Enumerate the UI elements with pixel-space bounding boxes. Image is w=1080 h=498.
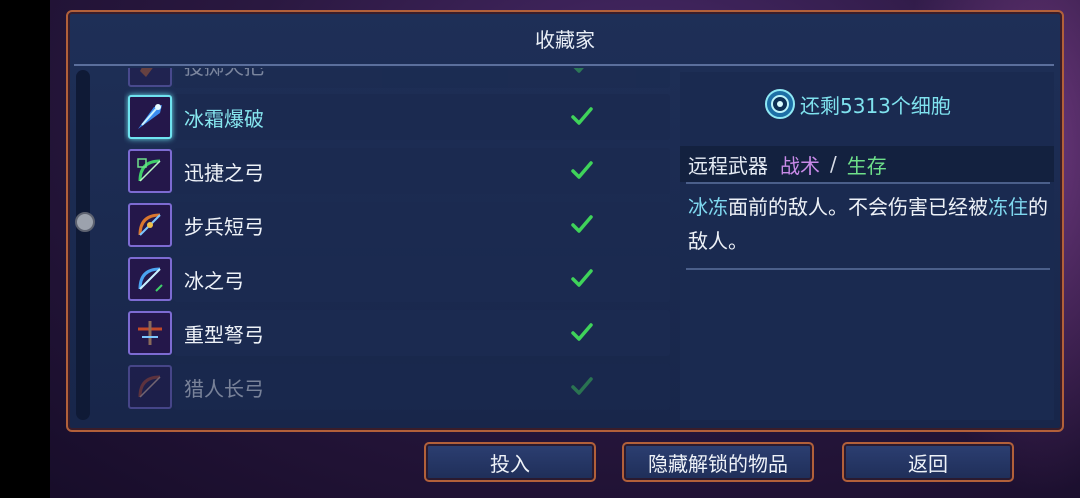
infantry-bow-icon (128, 203, 172, 247)
detail-divider-top (686, 182, 1050, 184)
list-item-label: 猎人长弓 (184, 376, 264, 401)
list-item[interactable]: 步兵短弓 (124, 200, 670, 250)
checkmark-icon (570, 212, 594, 236)
cell-icon (765, 89, 795, 119)
list-item[interactable]: 重型弩弓 (124, 308, 670, 358)
quick-bow-icon (128, 149, 172, 193)
list-item-label: 冰之弓 (184, 268, 244, 293)
header-divider (74, 64, 1054, 66)
cells-counter: 还剩5313个细胞 (764, 86, 951, 122)
desc-text-1: 面前的敌人。不会伤害已经被 (728, 195, 988, 219)
frost-blast-icon (128, 95, 172, 139)
tag-survival: 生存 (846, 153, 887, 178)
checkmark-icon (570, 374, 594, 398)
back-button[interactable]: 返回 (842, 442, 1014, 482)
item-detail-pane: 还剩5313个细胞 远程武器 战术 / 生存 冰冻面前的敌人。不会伤害已经被冻住… (680, 72, 1054, 420)
invest-button[interactable]: 投入 (424, 442, 596, 482)
screen-edge (0, 0, 50, 498)
detail-divider-bottom (686, 268, 1050, 270)
list-item-label: 冰霜爆破 (184, 106, 264, 131)
hide-unlocked-button[interactable]: 隐藏解锁的物品 (622, 442, 814, 482)
checkmark-icon (570, 158, 594, 182)
checkmark-icon (570, 320, 594, 344)
checkmark-icon (570, 266, 594, 290)
checkmark-icon (570, 104, 594, 128)
panel-title: 收藏家 (535, 27, 595, 52)
item-type-bar: 远程武器 战术 / 生存 (680, 146, 1054, 182)
tag-separator: / (830, 152, 837, 176)
list-item[interactable]: 猎人长弓 (124, 362, 670, 412)
list-item[interactable]: 迅捷之弓 (124, 146, 670, 196)
desc-highlight-freeze: 冰冻 (688, 195, 728, 219)
heavy-crossbow-icon (128, 311, 172, 355)
desc-highlight-frozen: 冻住 (988, 195, 1028, 219)
collector-panel: 收藏家 投掷火把冰霜爆破迅捷之弓步兵短弓冰之弓重型弩弓猎人长弓 还剩5313个细… (66, 10, 1064, 432)
list-item-label: 投掷火把 (184, 68, 564, 80)
tag-tactic: 战术 (780, 153, 820, 178)
item-category: 远程武器 (688, 153, 768, 178)
scrollbar-track[interactable] (76, 70, 90, 420)
ice-bow-icon (128, 257, 172, 301)
scrollbar-knob[interactable] (75, 212, 95, 232)
cells-remaining-text: 还剩5313个细胞 (800, 93, 951, 118)
item-list: 投掷火把冰霜爆破迅捷之弓步兵短弓冰之弓重型弩弓猎人长弓 (124, 68, 670, 424)
list-item-label: 步兵短弓 (184, 214, 264, 239)
checkmark-icon (570, 68, 594, 76)
hunter-longbow-icon (128, 365, 172, 409)
list-item[interactable]: 冰之弓 (124, 254, 670, 304)
list-item-label: 迅捷之弓 (184, 160, 264, 185)
torch-icon (128, 68, 172, 87)
item-description: 冰冻面前的敌人。不会伤害已经被冻住的敌人。 (688, 190, 1048, 258)
list-item[interactable]: 投掷火把 (124, 68, 670, 90)
list-item[interactable]: 冰霜爆破 (124, 92, 670, 142)
list-item-label: 重型弩弓 (184, 322, 264, 347)
